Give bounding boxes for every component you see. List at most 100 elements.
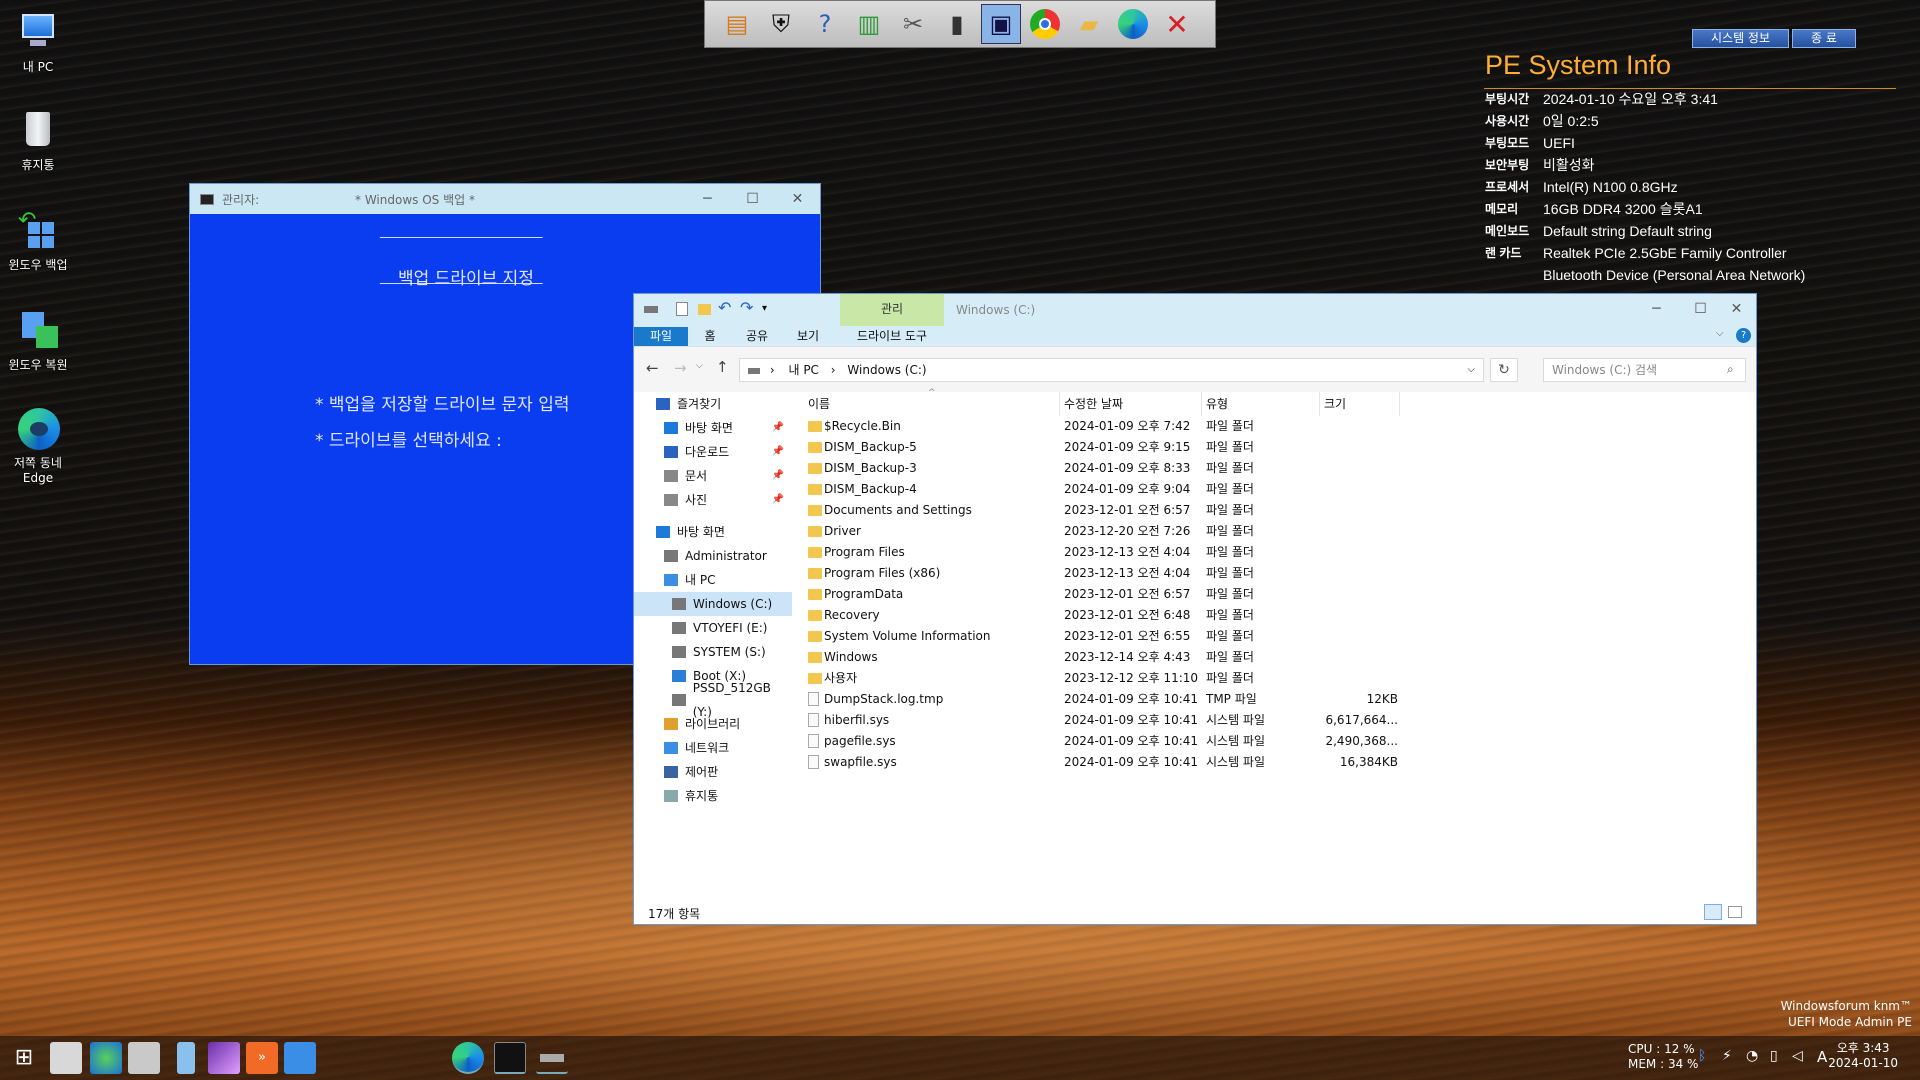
file-row[interactable]: DISM_Backup-3 2024-01-09 오후 8:33 파일 폴더 bbox=[804, 458, 1504, 479]
drive-tool-icon[interactable] bbox=[50, 1042, 82, 1074]
nav-item[interactable]: 다운로드 📌 bbox=[634, 440, 792, 464]
nav-item[interactable]: 바탕 화면 📌 bbox=[634, 416, 792, 440]
nav-item[interactable]: SYSTEM (S:) bbox=[634, 640, 792, 664]
file-row[interactable]: pagefile.sys 2024-01-09 오후 10:41 시스템 파일 2,4… bbox=[804, 731, 1504, 752]
nav-item[interactable]: 내 PC bbox=[634, 568, 792, 592]
edge-icon[interactable] bbox=[1113, 4, 1153, 44]
desktop-icon-pc[interactable]: 내 PC bbox=[4, 10, 72, 75]
sd-card-icon[interactable]: ▮ bbox=[937, 4, 977, 44]
pin-icon[interactable]: 📌 bbox=[772, 440, 784, 464]
column-header-size[interactable]: 크기 bbox=[1320, 392, 1400, 416]
tab-share[interactable]: 공유 bbox=[732, 327, 782, 346]
close-button[interactable]: ✕ bbox=[775, 184, 820, 214]
file-row[interactable]: $Recycle.Bin 2024-01-09 오후 7:42 파일 폴더 bbox=[804, 416, 1504, 437]
clock[interactable]: 오후 3:43 2024-01-10 bbox=[1828, 1041, 1898, 1071]
file-row[interactable]: DISM_Backup-4 2024-01-09 오후 9:04 파일 폴더 bbox=[804, 479, 1504, 500]
system-info-button[interactable]: 시스템 정보 bbox=[1692, 29, 1790, 48]
bluetooth-icon[interactable]: ᛒ bbox=[1698, 1048, 1706, 1064]
windows-app-icon[interactable] bbox=[284, 1042, 316, 1074]
recent-dropdown-icon[interactable]: ⌵ bbox=[696, 361, 703, 371]
nav-item[interactable]: 바탕 화면 bbox=[634, 520, 792, 544]
remote-display-icon[interactable]: ▣ bbox=[981, 4, 1021, 44]
network-icon[interactable]: ⚡ bbox=[1722, 1048, 1732, 1064]
address-bar[interactable]: › 내 PC › Windows (C:) ⌵ bbox=[739, 358, 1484, 382]
ime-indicator[interactable]: A bbox=[1817, 1048, 1827, 1066]
properties-icon[interactable] bbox=[676, 302, 688, 316]
forward-icon[interactable]: → bbox=[674, 359, 687, 377]
pin-icon[interactable]: 📌 bbox=[772, 488, 784, 512]
wifi-icon[interactable]: ◔ bbox=[1746, 1048, 1758, 1064]
nav-item[interactable]: Windows (C:) bbox=[634, 592, 792, 616]
pin-icon[interactable]: 📌 bbox=[772, 416, 784, 440]
maximize-button[interactable]: ☐ bbox=[730, 184, 775, 214]
refresh-button[interactable]: ↻ bbox=[1490, 358, 1518, 382]
nav-item[interactable]: 휴지통 bbox=[634, 784, 792, 808]
file-row[interactable]: System Volume Information 2023-12-01 오전 6… bbox=[804, 626, 1504, 647]
address-dropdown-icon[interactable]: ⌵ bbox=[1467, 359, 1475, 381]
file-row[interactable]: Documents and Settings 2023-12-01 오전 6:57… bbox=[804, 500, 1504, 521]
file-row[interactable]: 사용자 2023-12-12 오후 11:10 파일 폴더 bbox=[804, 668, 1504, 689]
back-icon[interactable]: ← bbox=[646, 359, 659, 377]
ribbon-expand-icon[interactable]: ⌵ bbox=[1716, 328, 1724, 339]
file-row[interactable]: Program Files 2023-12-13 오전 4:04 파일 폴더 bbox=[804, 542, 1504, 563]
close-button[interactable]: ✕ bbox=[1714, 294, 1759, 324]
pin-icon[interactable]: 📌 bbox=[772, 464, 784, 488]
file-row[interactable]: Windows 2023-12-14 오후 4:43 파일 폴더 bbox=[804, 647, 1504, 668]
folder-add-icon[interactable]: ▰ bbox=[1069, 4, 1109, 44]
nav-item[interactable]: 네트워크 bbox=[634, 736, 792, 760]
new-folder-icon[interactable] bbox=[698, 304, 711, 315]
file-row[interactable]: Driver 2023-12-20 오전 7:26 파일 폴더 bbox=[804, 521, 1504, 542]
volume-muted-icon[interactable]: ◁ bbox=[1792, 1048, 1803, 1064]
globe-icon[interactable] bbox=[90, 1042, 122, 1074]
tab-drive-tools[interactable]: 드라이브 도구 bbox=[840, 327, 944, 346]
explorer-title-bar[interactable]: ↶ ↷ ▾ 관리 Windows (C:) ─ ☐ ✕ bbox=[634, 294, 1756, 326]
shutdown-button[interactable]: 종 료 bbox=[1792, 29, 1856, 48]
close-icon[interactable]: ✕ bbox=[1157, 4, 1197, 44]
chart-icon[interactable]: ▥ bbox=[849, 4, 889, 44]
file-row[interactable]: ProgramData 2023-12-01 오전 6:57 파일 폴더 bbox=[804, 584, 1504, 605]
large-icons-view-icon[interactable] bbox=[1728, 906, 1742, 918]
help-icon[interactable]: ? bbox=[805, 4, 845, 44]
redo-icon[interactable]: ↷ bbox=[740, 298, 753, 317]
tab-file[interactable]: 파일 bbox=[634, 327, 688, 346]
nav-item[interactable]: 라이브러리 bbox=[634, 712, 792, 736]
edge-icon[interactable] bbox=[452, 1042, 484, 1074]
nav-item[interactable]: Administrator bbox=[634, 544, 792, 568]
up-icon[interactable]: ↑ bbox=[716, 358, 729, 376]
desktop-icon-restore[interactable]: 윈도우 복원 bbox=[4, 308, 72, 373]
tab-home[interactable]: 홈 bbox=[688, 327, 732, 346]
console-taskbar-icon[interactable] bbox=[494, 1042, 526, 1074]
file-row[interactable]: DISM_Backup-5 2024-01-09 오후 9:15 파일 폴더 bbox=[804, 437, 1504, 458]
disk-manager-icon[interactable] bbox=[128, 1042, 160, 1074]
quick-access-dropdown-icon[interactable]: ▾ bbox=[762, 303, 767, 314]
nav-item[interactable]: 제어판 bbox=[634, 760, 792, 784]
minimize-button[interactable]: ─ bbox=[685, 184, 730, 214]
minimize-button[interactable]: ─ bbox=[1634, 294, 1679, 324]
console-title-bar[interactable]: 관리자: * Windows OS 백업 * ─ ☐ ✕ bbox=[190, 184, 820, 214]
shield-icon[interactable]: ⛨ bbox=[761, 4, 801, 44]
nav-item[interactable]: PSSD_512GB (Y:) bbox=[634, 681, 792, 719]
media-icon[interactable] bbox=[208, 1042, 240, 1074]
desktop-icon-recycle-bin[interactable]: 휴지통 bbox=[4, 108, 72, 173]
start-icon[interactable]: ⊞ bbox=[8, 1042, 40, 1074]
tab-view[interactable]: 보기 bbox=[782, 327, 834, 346]
help-icon[interactable]: ? bbox=[1736, 328, 1751, 343]
desktop-icon-edge[interactable]: 저쪽 동네 Edge bbox=[4, 406, 72, 485]
column-header-type[interactable]: 유형 bbox=[1202, 392, 1320, 416]
nav-item[interactable]: 문서 📌 bbox=[634, 464, 792, 488]
nav-item[interactable]: 즐겨찾기 bbox=[634, 392, 792, 416]
file-icon[interactable] bbox=[177, 1042, 195, 1074]
file-row[interactable]: Recovery 2023-12-01 오전 6:48 파일 폴더 bbox=[804, 605, 1504, 626]
undo-icon[interactable]: ↶ bbox=[718, 298, 731, 317]
context-tab-manage[interactable]: 관리 bbox=[840, 294, 944, 326]
file-explorer-window[interactable]: ↶ ↷ ▾ 관리 Windows (C:) ─ ☐ ✕ 파일 홈 공유 보기 드… bbox=[633, 293, 1757, 925]
tools-icon[interactable]: ✂ bbox=[893, 4, 933, 44]
forward-app-icon[interactable]: » bbox=[246, 1042, 278, 1074]
details-view-icon[interactable] bbox=[1704, 904, 1722, 920]
explorer-tool-icon[interactable]: ▤ bbox=[717, 4, 757, 44]
breadcrumb-drive[interactable]: Windows (C:) bbox=[847, 363, 926, 377]
breadcrumb-pc[interactable]: 내 PC bbox=[788, 363, 818, 377]
nav-item[interactable]: VTOYEFI (E:) bbox=[634, 616, 792, 640]
file-row[interactable]: Program Files (x86) 2023-12-13 오전 4:04 파일 … bbox=[804, 563, 1504, 584]
chrome-icon[interactable] bbox=[1025, 4, 1065, 44]
